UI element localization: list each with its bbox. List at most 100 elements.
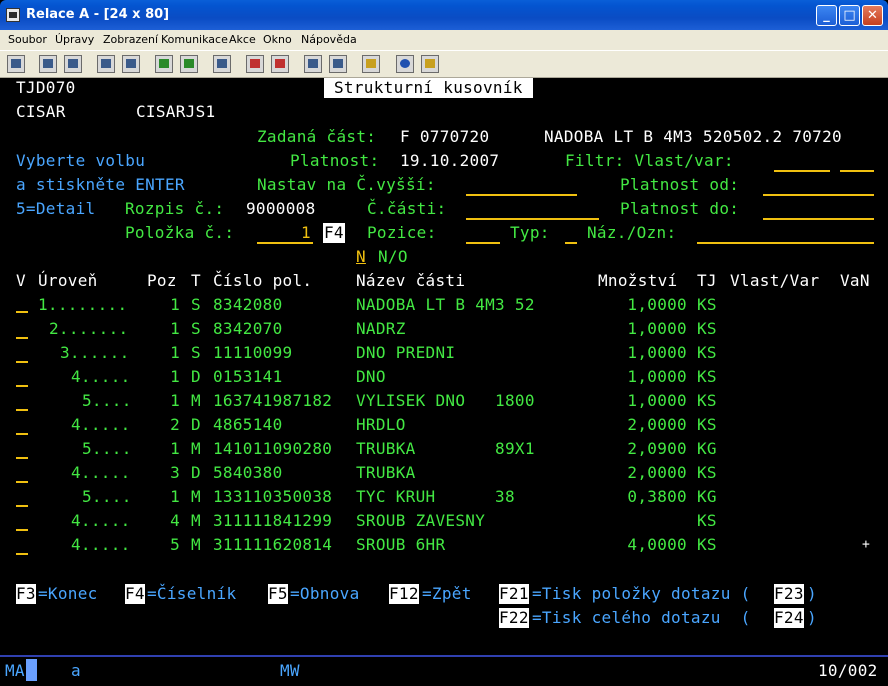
header-van: VaN [840, 271, 870, 290]
row-select-input[interactable] [16, 553, 28, 555]
row-mnozstvi: 0,3800 [627, 487, 687, 506]
option-detail: 5=Detail [16, 199, 96, 218]
row-tj: KS [697, 319, 717, 338]
f21-key[interactable]: F21 [499, 584, 529, 604]
zadana-cast-value: F 0770720 [400, 127, 490, 146]
f21-label[interactable]: =Tisk položky dotazu ( [532, 584, 751, 604]
row-mnozstvi: 1,0000 [627, 343, 687, 362]
filtr-vlast-input[interactable] [774, 170, 830, 172]
row-select-input[interactable] [16, 529, 28, 531]
terminal-screen[interactable]: TJD070 Strukturní kusovník CISAR CISARJS… [0, 78, 888, 655]
menu-upravy[interactable]: Úpravy [55, 33, 94, 46]
f12-label[interactable]: =Zpět [422, 584, 472, 604]
row-select-input[interactable] [16, 337, 28, 339]
header-v: V [16, 271, 26, 290]
row-select-input[interactable] [16, 385, 28, 387]
naz-input[interactable] [697, 242, 874, 244]
f4-label[interactable]: =Číselník [147, 584, 236, 604]
display-alt-icon[interactable] [180, 55, 198, 73]
row-cislo: 311111620814 [213, 535, 333, 554]
minimize-button[interactable]: _ [816, 5, 837, 26]
row-select-input[interactable] [16, 505, 28, 507]
header-cislo: Číslo pol. [213, 271, 313, 290]
row-select-input[interactable] [16, 433, 28, 435]
no-flag-input[interactable]: N [356, 247, 366, 267]
row-poz: 1 [170, 487, 180, 506]
f4-hint[interactable]: F4 [323, 223, 345, 243]
f3-key[interactable]: F3 [16, 584, 36, 604]
zadana-cast-desc: NADOBA LT B 4M3 520502.2 70720 [544, 127, 842, 146]
zadana-cast-label: Zadaná část: [257, 127, 377, 146]
row-select-input[interactable] [16, 457, 28, 459]
row-nazev: SROUB ZAVESNY [356, 511, 486, 530]
cislo-casti-input[interactable] [466, 218, 599, 220]
menu-akce[interactable]: Akce [229, 33, 256, 46]
macro-stop-icon[interactable] [271, 55, 289, 73]
row-nazev: HRDLO [356, 415, 406, 434]
platnost-do-input[interactable] [763, 218, 874, 220]
row-tj: KS [697, 511, 717, 530]
no-label: N/O [378, 247, 408, 266]
row-cislo: 4865140 [213, 415, 283, 434]
paste-icon[interactable] [64, 55, 82, 73]
polozka-underline [257, 242, 313, 244]
row-mnozstvi: 1,0000 [627, 391, 687, 410]
macro-play-icon[interactable] [304, 55, 322, 73]
key-icon[interactable] [421, 55, 439, 73]
filtr-var-input[interactable] [840, 170, 874, 172]
row-poz: 1 [170, 439, 180, 458]
rozpis-value: 9000008 [246, 199, 316, 218]
instruction-line-2: a stiskněte ENTER [16, 175, 185, 194]
f24-key[interactable]: F24 [774, 608, 804, 628]
typ-input[interactable] [565, 242, 577, 244]
row-level: 5.... [82, 439, 132, 458]
polozka-input[interactable]: 1 [301, 223, 311, 243]
clipboard-icon[interactable] [362, 55, 380, 73]
status-mode: MW [280, 661, 300, 680]
copy-icon[interactable] [39, 55, 57, 73]
row-nazev: NADRZ [356, 319, 406, 338]
toolbar [0, 50, 888, 78]
send-icon[interactable] [97, 55, 115, 73]
row-type: D [191, 415, 201, 434]
row-cislo: 163741987182 [213, 391, 333, 410]
close-button[interactable]: ✕ [862, 5, 883, 26]
display-icon[interactable] [155, 55, 173, 73]
globe-icon[interactable] [396, 55, 414, 73]
menu-komunikace[interactable]: Komunikace [161, 33, 228, 46]
menu-napoveda[interactable]: Nápověda [301, 33, 357, 46]
f23-key[interactable]: F23 [774, 584, 804, 604]
pozice-input[interactable] [466, 242, 500, 244]
row-tj: KS [697, 415, 717, 434]
macro-record-icon[interactable] [246, 55, 264, 73]
nastav-input[interactable] [466, 194, 577, 196]
row-select-input[interactable] [16, 311, 28, 313]
menu-soubor[interactable]: Soubor [8, 33, 47, 46]
row-select-input[interactable] [16, 361, 28, 363]
row-type: M [191, 511, 201, 530]
f5-key[interactable]: F5 [268, 584, 288, 604]
row-tj: KS [697, 367, 717, 386]
header-nazev: Název části [356, 271, 466, 290]
row-select-input[interactable] [16, 481, 28, 483]
screen-title: Strukturní kusovník [324, 78, 533, 98]
platnost-od-input[interactable] [763, 194, 874, 196]
row-tj: KS [697, 391, 717, 410]
f4-key[interactable]: F4 [125, 584, 145, 604]
macro-edit-icon[interactable] [329, 55, 347, 73]
row-select-input[interactable] [16, 409, 28, 411]
terminal-icon[interactable] [6, 8, 20, 22]
screen-icon[interactable] [7, 55, 25, 73]
row-cislo: 311111841299 [213, 511, 333, 530]
menu-zobrazeni[interactable]: Zobrazení [103, 33, 158, 46]
f3-label[interactable]: =Konec [38, 584, 98, 604]
menu-okno[interactable]: Okno [263, 33, 292, 46]
receive-icon[interactable] [122, 55, 140, 73]
f5-label[interactable]: =Obnova [290, 584, 360, 604]
chart-icon[interactable] [213, 55, 231, 73]
maximize-button[interactable]: □ [839, 5, 860, 26]
f22-label[interactable]: =Tisk celého dotazu ( [532, 608, 751, 628]
row-nazev: DNO PREDNI [356, 343, 456, 362]
f22-key[interactable]: F22 [499, 608, 529, 628]
f12-key[interactable]: F12 [389, 584, 419, 604]
